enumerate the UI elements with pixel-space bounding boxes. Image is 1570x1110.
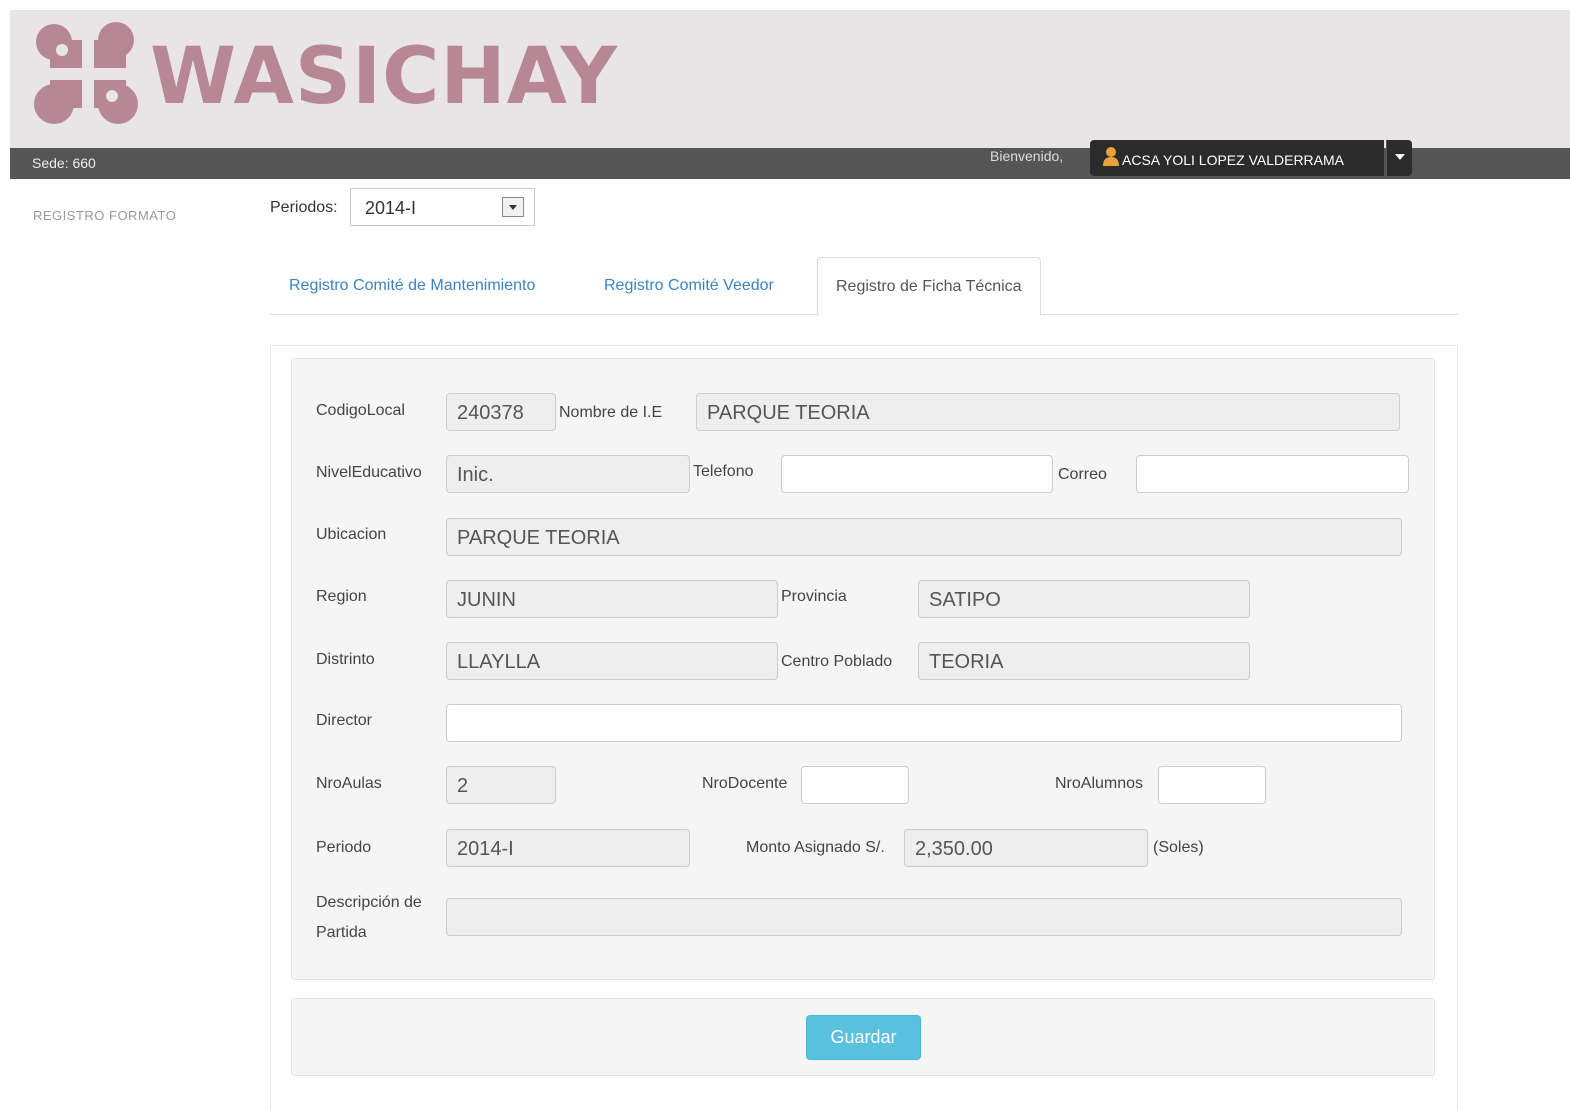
nro-alumnos-field[interactable] xyxy=(1158,766,1266,804)
period-select-value: 2014-I xyxy=(365,198,417,218)
user-name: ACSA YOLI LOPEZ VALDERRAMA xyxy=(1122,152,1345,168)
user-menu-button[interactable]: ACSA YOLI LOPEZ VALDERRAMA xyxy=(1090,140,1384,176)
nro-docente-field[interactable] xyxy=(801,766,909,804)
correo-field[interactable] xyxy=(1136,455,1409,493)
descripcion-field[interactable] xyxy=(446,898,1402,936)
nivel-educativo-label: NivelEducativo xyxy=(316,464,422,481)
nro-docente-label: NroDocente xyxy=(702,775,788,792)
codigo-local-field[interactable]: 240378 xyxy=(446,393,556,431)
periodo-label: Periodo xyxy=(316,839,372,856)
provincia-label: Provincia xyxy=(781,588,847,605)
codigo-local-label: CodigoLocal xyxy=(316,402,405,419)
dropdown-arrow-icon[interactable] xyxy=(502,197,524,217)
top-bar: Sede: 660 Bienvenido, ACSA YOLI LOPEZ VA… xyxy=(10,140,1570,179)
provincia-field[interactable]: SATIPO xyxy=(918,580,1250,618)
tab-ficha-tecnica[interactable]: Registro de Ficha Técnica xyxy=(817,257,1041,316)
monto-field[interactable]: 2,350.00 xyxy=(904,829,1148,867)
tab-comite-veedor[interactable]: Registro Comité Veedor xyxy=(604,257,774,315)
telefono-field[interactable] xyxy=(781,455,1053,493)
distrito-label: Distrinto xyxy=(316,651,375,668)
period-label: Periodos: xyxy=(270,199,338,216)
user-menu-toggle[interactable] xyxy=(1386,140,1412,176)
cross-puzzle-logo-icon xyxy=(34,22,138,124)
distrito-field[interactable]: LLAYLLA xyxy=(446,642,778,680)
centro-poblado-field[interactable]: TEORIA xyxy=(918,642,1250,680)
nro-aulas-label: NroAulas xyxy=(316,775,382,792)
brand-logo-text: WASICHAY xyxy=(150,32,619,122)
nombre-ie-field[interactable]: PARQUE TEORIA xyxy=(696,393,1400,431)
centro-poblado-label: Centro Poblado xyxy=(781,653,893,670)
region-field[interactable]: JUNIN xyxy=(446,580,778,618)
ubicacion-field[interactable]: PARQUE TEORIA xyxy=(446,518,1402,556)
ubicacion-label: Ubicacion xyxy=(316,526,387,543)
telefono-label: Telefono xyxy=(693,463,754,480)
sidebar-item-registro-formato[interactable]: REGISTRO FORMATO xyxy=(33,208,176,223)
descripcion-label-line2: Partida xyxy=(316,924,367,941)
correo-label: Correo xyxy=(1058,466,1107,483)
save-button[interactable]: Guardar xyxy=(806,1015,921,1060)
nombre-ie-label: Nombre de I.E xyxy=(559,404,663,421)
monto-unit-label: (Soles) xyxy=(1153,839,1204,856)
director-label: Director xyxy=(316,712,373,729)
app-header: WASICHAY xyxy=(10,10,1570,148)
nivel-educativo-field[interactable]: Inic. xyxy=(446,455,690,493)
periodo-field[interactable]: 2014-I xyxy=(446,829,690,867)
tab-bar: Registro Comité de Mantenimiento Registr… xyxy=(270,257,1458,316)
welcome-text: Bienvenido, xyxy=(990,148,1064,164)
region-label: Region xyxy=(316,588,367,605)
descripcion-label: Descripción de Partida xyxy=(316,888,422,948)
user-icon xyxy=(1103,147,1119,166)
descripcion-label-line1: Descripción de xyxy=(316,894,422,911)
director-field[interactable] xyxy=(446,704,1402,742)
nro-alumnos-label: NroAlumnos xyxy=(1055,775,1144,792)
nro-aulas-field[interactable]: 2 xyxy=(446,766,556,804)
monto-label: Monto Asignado S/. xyxy=(746,839,885,856)
sede-label: Sede: 660 xyxy=(32,155,96,171)
tab-comite-mantenimiento[interactable]: Registro Comité de Mantenimiento xyxy=(289,257,535,315)
period-select[interactable]: 2014-I xyxy=(350,188,535,226)
chevron-down-icon xyxy=(1395,154,1405,160)
